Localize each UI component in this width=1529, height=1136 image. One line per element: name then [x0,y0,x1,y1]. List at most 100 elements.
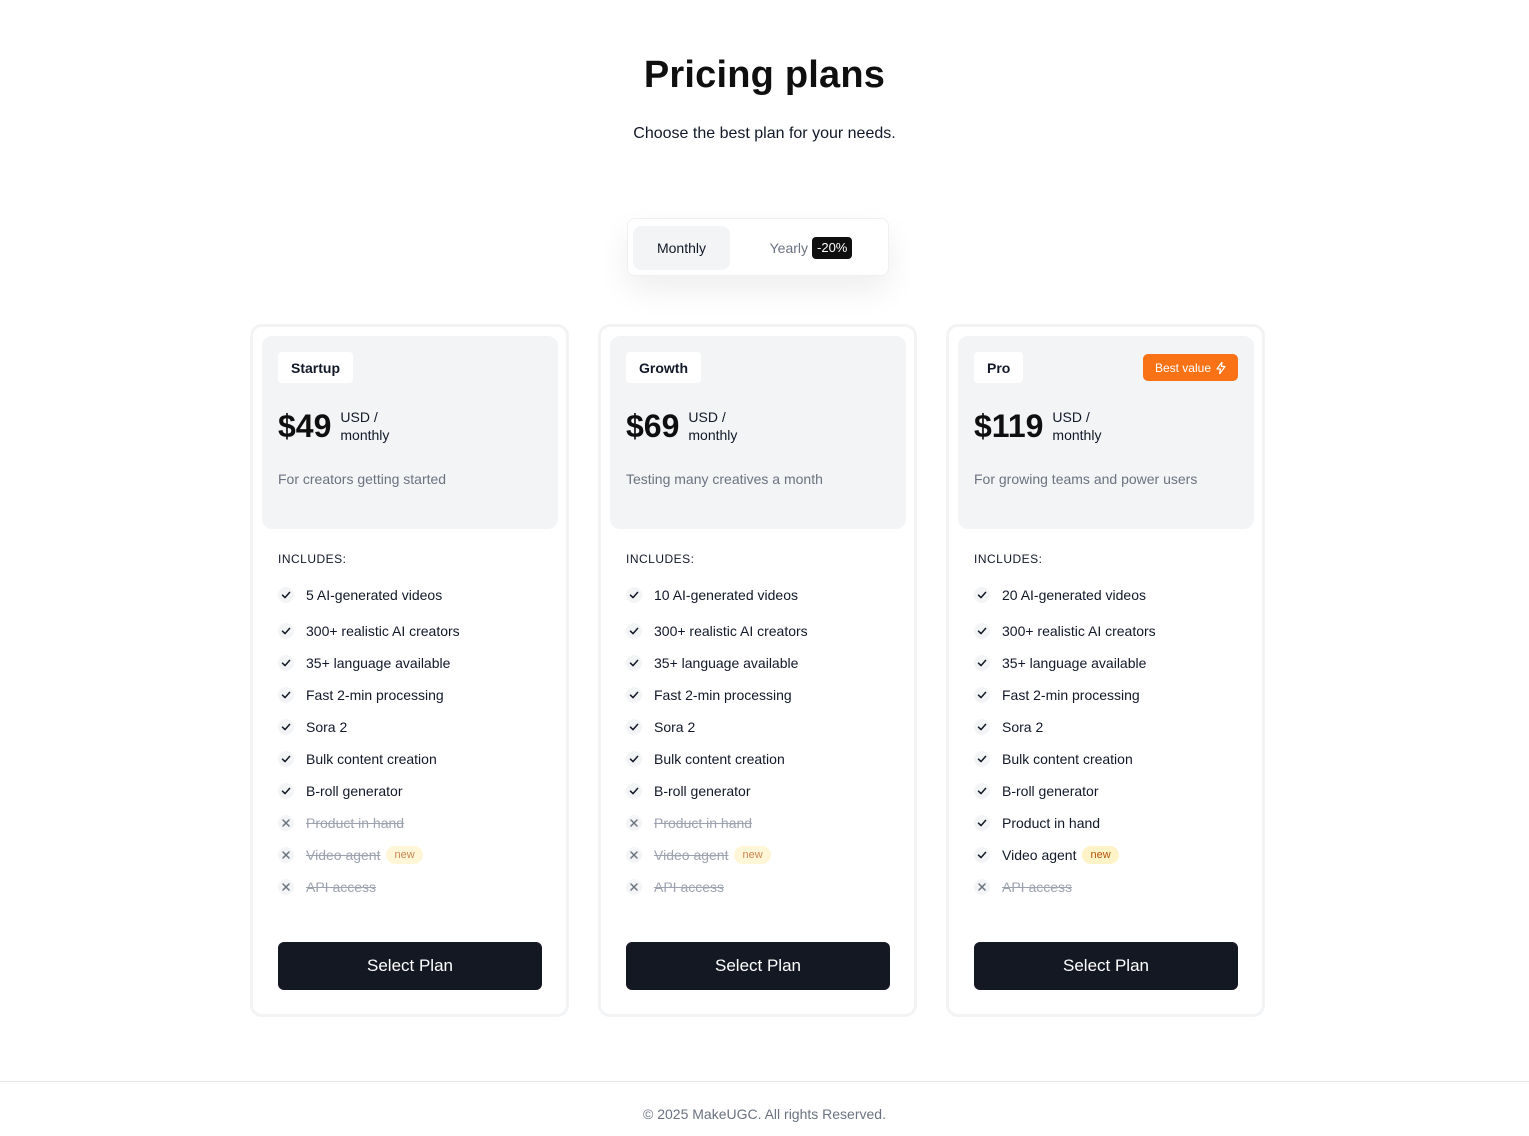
feature-label: Fast 2-min processing [1002,687,1140,703]
lightning-icon [1216,361,1226,374]
feature-item: 300+ realistic AI creators [278,621,460,641]
feature-item: Video agent new [278,845,423,865]
check-icon [974,623,990,639]
feature-label: Product in hand [654,815,753,831]
check-icon [974,719,990,735]
price-unit-currency: USD / [1052,409,1090,425]
check-icon [626,751,642,767]
feature-label: 5 AI-generated videos [306,587,443,603]
feature-label: Fast 2-min processing [306,687,444,703]
check-icon [974,783,990,799]
check-icon [626,587,642,603]
check-icon [278,719,294,735]
plan-description: For growing teams and power users [974,471,1198,487]
price-unit-currency: USD / [688,409,726,425]
feature-label: 300+ realistic AI creators [654,623,808,639]
feature-label: Product in hand [306,815,405,831]
feature-item: 5 AI-generated videos [278,585,442,605]
price-amount: $49 [278,408,332,444]
includes-label: INCLUDES: [626,552,695,566]
new-tag: new [734,846,771,864]
plan-price: $69 USD / monthly [626,408,737,444]
plan-header-panel: Growth $69 USD / monthly Testing many cr… [610,336,906,529]
plan-name: Startup [278,352,353,383]
billing-toggle: Monthly Yearly -20% [627,218,889,276]
select-plan-button[interactable]: Select Plan [974,942,1238,990]
check-icon [974,751,990,767]
feature-label: 300+ realistic AI creators [306,623,460,639]
monthly-toggle-button[interactable]: Monthly [633,226,730,270]
best-value-badge: Best value [1142,354,1238,381]
plan-card-growth: Growth $69 USD / monthly Testing many cr… [598,324,917,1017]
feature-item: Video agent new [974,845,1119,865]
check-icon [626,655,642,671]
badge-label: Best value [1154,360,1211,375]
check-icon [974,655,990,671]
feature-item: 35+ language available [278,653,450,673]
feature-item: Fast 2-min processing [626,685,792,705]
price-unit-period: monthly [1052,427,1102,443]
includes-label: INCLUDES: [974,552,1043,566]
feature-label: Sora 2 [654,719,696,735]
feature-label: 35+ language available [654,655,799,671]
feature-item: Fast 2-min processing [278,685,444,705]
check-icon [974,587,990,603]
plan-description: Testing many creatives a month [626,471,823,487]
x-icon [278,879,294,895]
includes-label: INCLUDES: [278,552,347,566]
feature-item: B-roll generator [278,781,403,801]
feature-item: 300+ realistic AI creators [974,621,1156,641]
feature-label: 20 AI-generated videos [1002,587,1146,603]
feature-item: B-roll generator [626,781,751,801]
check-icon [278,655,294,671]
feature-label: Fast 2-min processing [654,687,792,703]
yearly-toggle-button[interactable]: Yearly -20% [738,226,884,270]
check-icon [278,687,294,703]
plan-name: Growth [626,352,701,383]
plan-card-pro: Pro Best value $119 USD / monthly For gr… [946,324,1265,1017]
feature-label: 300+ realistic AI creators [1002,623,1156,639]
x-icon [278,847,294,863]
feature-item: Product in hand [974,813,1100,833]
discount-badge: -20% [812,237,853,259]
feature-label: Video agent [654,847,729,863]
feature-item: Bulk content creation [974,749,1133,769]
feature-item: 20 AI-generated videos [974,585,1146,605]
feature-label: API access [306,879,377,895]
page-title: Pricing plans [643,54,886,96]
new-tag: new [386,846,423,864]
feature-label: B-roll generator [1002,783,1099,799]
price-unit: USD / monthly [688,408,737,444]
select-plan-button[interactable]: Select Plan [626,942,890,990]
plan-price: $119 USD / monthly [974,408,1101,444]
price-unit: USD / monthly [1052,408,1101,444]
check-icon [974,815,990,831]
price-unit-currency: USD / [340,409,378,425]
check-icon [626,623,642,639]
feature-label: Bulk content creation [306,751,437,767]
plan-header-panel: Pro Best value $119 USD / monthly For gr… [958,336,1254,529]
feature-item: 35+ language available [974,653,1146,673]
footer-copyright: © 2025 MakeUGC. All rights Reserved. [643,1106,886,1122]
plan-header-panel: Startup $49 USD / monthly For creators g… [262,336,558,529]
price-amount: $119 [974,408,1044,444]
x-icon [626,815,642,831]
feature-item: Sora 2 [278,717,347,737]
x-icon [974,879,990,895]
feature-label: Video agent [306,847,381,863]
price-amount: $69 [626,408,680,444]
check-icon [278,623,294,639]
feature-item: Bulk content creation [278,749,437,769]
plan-card-startup: Startup $49 USD / monthly For creators g… [250,324,569,1017]
footer-divider [0,1081,1529,1082]
check-icon [278,587,294,603]
feature-item: 300+ realistic AI creators [626,621,808,641]
select-plan-button[interactable]: Select Plan [278,942,542,990]
feature-item: API access [278,877,376,897]
page-header: Pricing plans Choose the best plan for y… [0,52,1529,144]
feature-label: B-roll generator [306,783,403,799]
yearly-label: Yearly [769,240,809,256]
feature-item: Video agent new [626,845,771,865]
feature-item: Bulk content creation [626,749,785,769]
x-icon [626,847,642,863]
